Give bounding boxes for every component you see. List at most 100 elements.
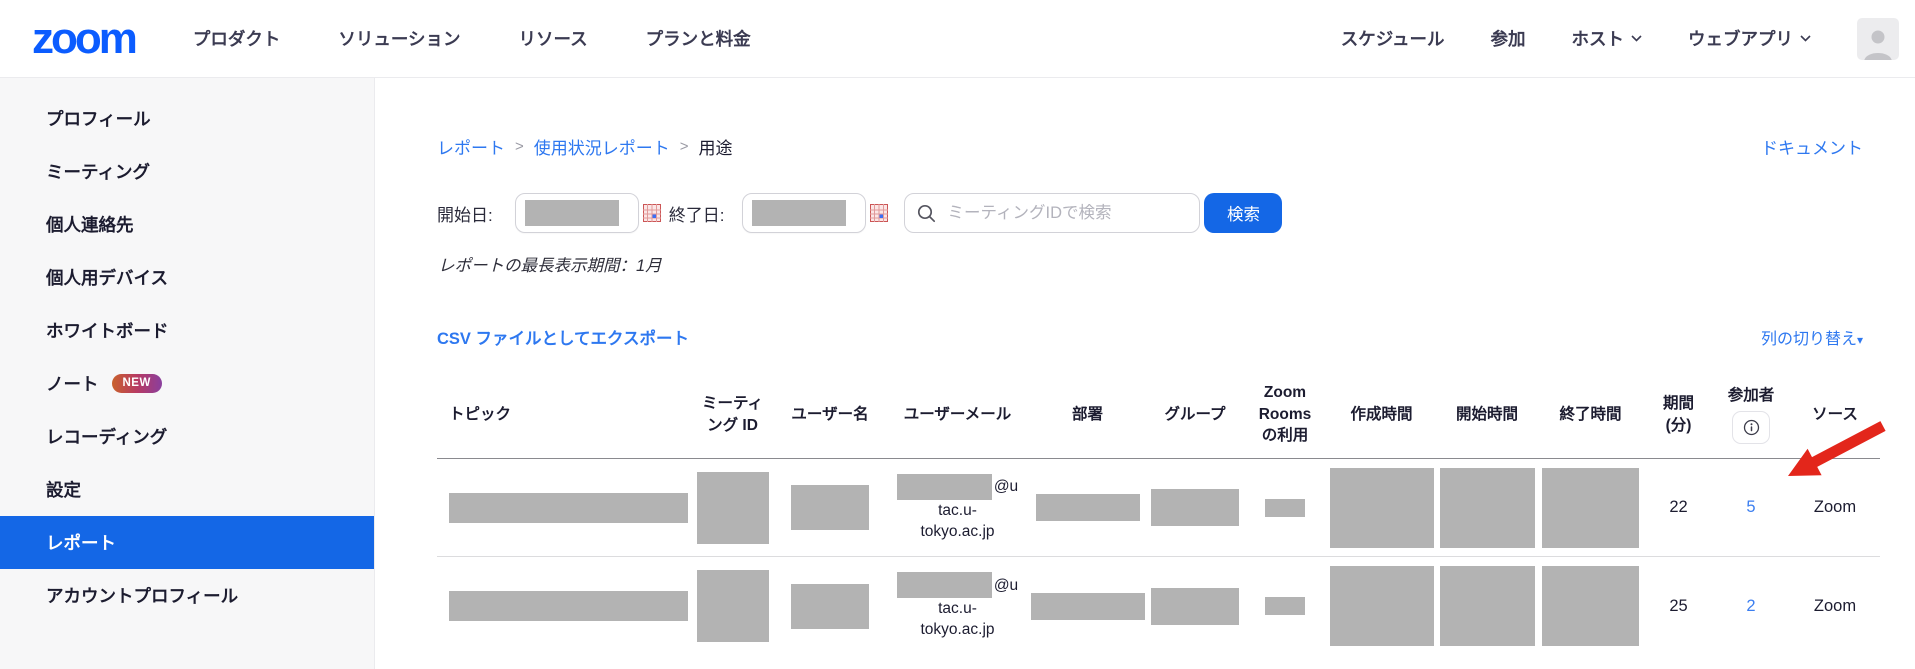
info-icon	[1743, 419, 1760, 436]
nav-webapp[interactable]: ウェブアプリ	[1688, 26, 1811, 51]
col-header-duration: 期間 (分)	[1645, 393, 1712, 436]
redacted-department	[1036, 494, 1140, 521]
col-header-start-time: 開始時間	[1438, 404, 1536, 426]
breadcrumb-separator: >	[680, 138, 689, 155]
breadcrumb-row: レポート > 使用状況レポート > 用途 ドキュメント	[437, 134, 1863, 159]
cell-group	[1145, 489, 1245, 526]
person-icon	[1861, 26, 1895, 60]
sidebar: プロフィール ミーティング 個人連絡先 個人用デバイス ホワイトボード ノート …	[0, 78, 375, 669]
col-header-zoom-rooms: Zoom Rooms の利用	[1245, 382, 1325, 447]
sidebar-item-reports[interactable]: レポート	[0, 516, 374, 569]
nav-join[interactable]: 参加	[1491, 26, 1526, 51]
cell-zoom-rooms	[1245, 597, 1325, 615]
cell-user-email: @u tac.u- tokyo.ac.jp	[885, 572, 1030, 640]
sidebar-item-settings[interactable]: 設定	[0, 463, 374, 516]
redacted-meeting-id	[697, 472, 769, 544]
breadcrumb-usage-reports[interactable]: 使用状況レポート	[534, 134, 670, 159]
redacted-user-name	[791, 584, 869, 629]
search-input[interactable]	[945, 203, 1189, 224]
participants-count-link[interactable]: 5	[1746, 498, 1755, 517]
cell-source: Zoom	[1790, 597, 1880, 616]
participants-info-button[interactable]	[1732, 411, 1770, 444]
cell-end-time	[1536, 468, 1645, 548]
col-header-source: ソース	[1790, 404, 1880, 426]
nav-solutions[interactable]: ソリューション	[338, 26, 460, 51]
redacted-topic	[449, 493, 688, 523]
documentation-link[interactable]: ドキュメント	[1761, 134, 1863, 159]
cell-department	[1030, 593, 1145, 620]
col-header-end-time: 終了時間	[1536, 404, 1645, 426]
calendar-icon[interactable]	[870, 204, 888, 222]
top-navbar: zoom プロダクト ソリューション リソース プランと料金 スケジュール 参加…	[0, 0, 1915, 78]
cell-source: Zoom	[1790, 498, 1880, 517]
redacted-zoom-rooms	[1265, 499, 1305, 517]
col-header-user-name: ユーザー名	[775, 404, 885, 426]
sidebar-item-profile[interactable]: プロフィール	[0, 92, 374, 145]
redacted-end-time	[1542, 468, 1639, 548]
redacted-start-time	[1440, 566, 1535, 646]
sidebar-item-contacts[interactable]: 個人連絡先	[0, 198, 374, 251]
export-csv-link[interactable]: CSV ファイルとしてエクスポート	[437, 325, 689, 349]
report-period-note: レポートの最長表示期間：1月	[438, 252, 1915, 276]
cell-zoom-rooms	[1245, 499, 1325, 517]
participants-count-link[interactable]: 2	[1746, 597, 1755, 616]
sidebar-item-notes[interactable]: ノート NEW	[0, 357, 374, 410]
calendar-icon[interactable]	[643, 204, 661, 222]
col-header-participants: 参加者	[1712, 385, 1790, 445]
user-avatar[interactable]	[1857, 18, 1899, 60]
cell-group	[1145, 588, 1245, 625]
nav-plans-pricing[interactable]: プランと料金	[646, 26, 751, 51]
redacted-email-local	[897, 572, 992, 598]
cell-user-name	[775, 584, 885, 629]
start-date-label: 開始日:	[437, 201, 493, 226]
toggle-columns-link[interactable]: 列の切り替え▾	[1761, 325, 1863, 349]
col-header-group: グループ	[1145, 404, 1245, 426]
redacted-start-date	[525, 200, 619, 226]
breadcrumb-reports[interactable]: レポート	[437, 134, 505, 159]
cell-start-time	[1438, 566, 1536, 646]
sidebar-item-whiteboard[interactable]: ホワイトボード	[0, 304, 374, 357]
cell-participants: 2	[1712, 597, 1790, 616]
breadcrumb: レポート > 使用状況レポート > 用途	[437, 134, 733, 159]
nav-schedule[interactable]: スケジュール	[1341, 26, 1445, 51]
new-badge: NEW	[112, 374, 162, 394]
search-button[interactable]: 検索	[1204, 193, 1282, 233]
start-date-input[interactable]	[515, 193, 639, 233]
chevron-down-icon	[1800, 35, 1811, 42]
redacted-topic	[449, 591, 688, 621]
breadcrumb-separator: >	[515, 138, 524, 155]
redacted-end-date	[752, 200, 846, 226]
cell-topic	[437, 591, 690, 621]
end-date-input[interactable]	[742, 193, 866, 233]
nav-host[interactable]: ホスト	[1572, 26, 1643, 51]
breadcrumb-current: 用途	[699, 134, 733, 159]
nav-resources[interactable]: リソース	[519, 26, 588, 51]
col-header-user-email: ユーザーメール	[885, 404, 1030, 426]
navbar-right-links: スケジュール 参加 ホスト ウェブアプリ	[1341, 18, 1899, 60]
cell-creation-time	[1325, 566, 1438, 646]
cell-department	[1030, 494, 1145, 521]
table-toolbar: CSV ファイルとしてエクスポート 列の切り替え▾	[437, 325, 1863, 349]
nav-products[interactable]: プロダクト	[193, 26, 281, 51]
redacted-end-time	[1542, 566, 1639, 646]
col-header-meeting-id: ミーティング ID	[690, 393, 775, 436]
meeting-id-search-box[interactable]	[904, 193, 1200, 233]
cell-duration: 25	[1645, 597, 1712, 616]
sidebar-item-recordings[interactable]: レコーディング	[0, 410, 374, 463]
sidebar-item-account-profile[interactable]: アカウントプロフィール	[0, 569, 374, 622]
cell-meeting-id	[690, 570, 775, 642]
search-icon	[917, 204, 936, 223]
cell-user-email: @u tac.u- tokyo.ac.jp	[885, 474, 1030, 542]
sidebar-item-devices[interactable]: 個人用デバイス	[0, 251, 374, 304]
table-row: @u tac.u- tokyo.ac.jp 25 2 Zoom	[437, 557, 1880, 655]
chevron-down-icon	[1631, 35, 1642, 42]
col-header-department: 部署	[1030, 404, 1145, 426]
redacted-meeting-id	[697, 570, 769, 642]
sidebar-item-meetings[interactable]: ミーティング	[0, 145, 374, 198]
col-header-topic: トピック	[437, 404, 690, 426]
cell-meeting-id	[690, 472, 775, 544]
main-content: レポート > 使用状況レポート > 用途 ドキュメント 開始日: 終了日:	[375, 78, 1915, 669]
zoom-logo[interactable]: zoom	[32, 17, 135, 61]
redacted-email-local	[897, 474, 992, 500]
redacted-group	[1151, 588, 1239, 625]
